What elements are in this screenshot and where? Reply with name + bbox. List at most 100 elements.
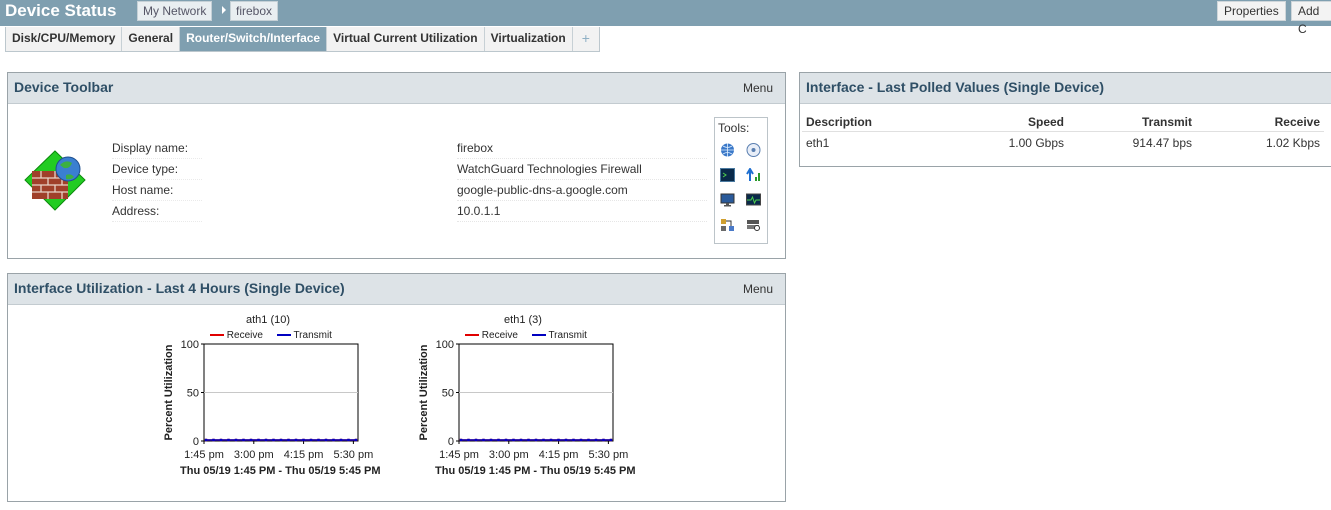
- host-name-label: Host name:: [112, 180, 202, 201]
- y-axis-label: Percent Utilization: [163, 344, 175, 440]
- data-point-transmit: [347, 438, 350, 442]
- data-point-transmit: [579, 438, 583, 442]
- display-name-value: firebox: [457, 138, 707, 159]
- data-point-transmit: [497, 438, 500, 442]
- y-tick-label: 100: [181, 339, 199, 351]
- data-point-transmit: [242, 438, 245, 442]
- properties-button[interactable]: Properties: [1217, 1, 1286, 21]
- data-point-transmit: [489, 438, 493, 442]
- data-point-transmit: [354, 438, 358, 442]
- add-tab-button[interactable]: +: [572, 27, 599, 51]
- data-point-transmit: [482, 438, 485, 442]
- column-header-description[interactable]: Description: [802, 113, 960, 132]
- y-tick-label: 0: [448, 436, 454, 448]
- tools-label: Tools:: [718, 121, 750, 135]
- y-tick-label: 50: [187, 388, 199, 400]
- tab-router-switch-interface[interactable]: Router/Switch/Interface: [180, 27, 328, 51]
- data-point-transmit: [279, 438, 283, 442]
- data-point-transmit: [249, 438, 253, 442]
- cd-icon[interactable]: [746, 143, 761, 157]
- data-point-transmit: [317, 438, 320, 442]
- x-tick-label: 4:15 pm: [539, 449, 579, 461]
- table-header-row: Description Speed Transmit Receive: [802, 113, 1324, 132]
- data-point-transmit: [272, 438, 275, 442]
- panel-title: Interface Utilization - Last 4 Hours (Si…: [14, 280, 345, 296]
- network-icon[interactable]: [720, 218, 735, 232]
- y-axis-label: Percent Utilization: [418, 344, 430, 440]
- data-point-transmit: [324, 438, 328, 442]
- tab-bar: Disk/CPU/Memory General Router/Switch/In…: [5, 27, 600, 52]
- traffic-icon[interactable]: [746, 167, 761, 182]
- firewall-globe-icon: [22, 147, 88, 213]
- utilization-chart-eth1[interactable]: eth1 (3) Receive Transmit 100 50 0 Percent …: [413, 312, 653, 482]
- cell-receive: 1.02 Kbps: [1265, 136, 1320, 150]
- column-header-transmit[interactable]: Transmit: [1068, 113, 1196, 132]
- panel-header: Interface Utilization - Last 4 Hours (Si…: [8, 274, 785, 305]
- page-title: Device Status: [5, 1, 117, 20]
- data-point-transmit: [587, 438, 590, 442]
- tab-virtual-current-utilization[interactable]: Virtual Current Utilization: [327, 27, 485, 51]
- y-tick-label: 50: [442, 388, 454, 400]
- cell-description[interactable]: eth1: [802, 132, 960, 155]
- data-point-transmit: [534, 438, 538, 442]
- address-value: 10.0.1.1: [457, 201, 707, 222]
- x-tick-label: 4:15 pm: [284, 449, 324, 461]
- globe-icon[interactable]: [720, 143, 735, 157]
- column-header-speed[interactable]: Speed: [960, 113, 1068, 132]
- data-point-transmit: [527, 438, 530, 442]
- x-tick-label: 5:30 pm: [334, 449, 374, 461]
- menu-button[interactable]: Menu: [743, 282, 773, 296]
- data-point-transmit: [294, 438, 298, 442]
- data-point-transmit: [594, 438, 598, 442]
- chart-plot: 100 50 0 Percent Utilization 1:45 pm 3:00 pm 4…: [418, 339, 629, 461]
- x-tick-label: 1:45 pm: [439, 449, 479, 461]
- device-toolbar-panel: Device Toolbar Menu Display name: firebo…: [7, 72, 786, 259]
- cell-transmit: 914.47 bps: [1132, 136, 1192, 150]
- data-point-transmit: [512, 438, 515, 442]
- breadcrumb-firebox[interactable]: firebox: [230, 1, 279, 21]
- tab-general[interactable]: General: [122, 27, 181, 51]
- y-tick-label: 0: [193, 436, 199, 448]
- device-type-value: WatchGuard Technologies Firewall: [457, 159, 707, 180]
- terminal-icon[interactable]: [720, 168, 735, 182]
- data-point-transmit: [227, 438, 230, 442]
- data-point-transmit: [264, 438, 268, 442]
- data-point-transmit: [309, 438, 313, 442]
- data-point-transmit: [287, 438, 290, 442]
- column-header-receive[interactable]: Receive: [1196, 113, 1324, 132]
- tab-virtualization[interactable]: Virtualization: [484, 27, 573, 51]
- data-point-transmit: [474, 438, 478, 442]
- data-point-transmit: [564, 438, 568, 442]
- x-tick-label: 3:00 pm: [234, 449, 274, 461]
- menu-button[interactable]: Menu: [743, 81, 773, 95]
- pulse-monitor-icon[interactable]: [746, 193, 761, 207]
- table-row[interactable]: eth1 1.00 Gbps 914.47 bps 1.02 Kbps: [802, 132, 1324, 155]
- data-point-transmit: [542, 438, 545, 442]
- monitor-icon[interactable]: [720, 193, 735, 207]
- data-point-transmit: [557, 438, 560, 442]
- chart-title: eth1 (3): [504, 314, 542, 326]
- utilization-chart-ath1[interactable]: ath1 (10) Receive Transmit 100 50 0 Percent…: [158, 312, 398, 482]
- data-point-transmit: [519, 438, 523, 442]
- interface-utilization-panel: Interface Utilization - Last 4 Hours (Si…: [7, 273, 786, 502]
- breadcrumb-my-network[interactable]: My Network: [137, 1, 213, 21]
- interface-table: Description Speed Transmit Receive eth1 …: [802, 113, 1324, 154]
- data-point-transmit: [339, 438, 343, 442]
- x-tick-label: 5:30 pm: [589, 449, 629, 461]
- data-point-transmit: [302, 438, 305, 442]
- host-name-value: google-public-dns-a.google.com: [457, 180, 707, 201]
- chart-title: ath1 (10): [245, 314, 291, 326]
- address-label: Address:: [112, 201, 202, 222]
- breadcrumb-separator-icon: [222, 6, 226, 14]
- data-point-transmit: [234, 438, 238, 442]
- data-point-transmit: [572, 438, 575, 442]
- tools-box: Tools:: [714, 117, 768, 244]
- panel-header: Interface - Last Polled Values (Single D…: [800, 73, 1331, 104]
- tab-disk-cpu-memory[interactable]: Disk/CPU/Memory: [6, 27, 123, 51]
- add-button[interactable]: Add C: [1291, 1, 1331, 36]
- chart-x-label: Thu 05/19 1:45 PM - Thu 05/19 5:45 PM: [180, 465, 381, 477]
- server-search-icon[interactable]: [746, 218, 761, 232]
- data-point-transmit: [549, 438, 553, 442]
- panel-header: Device Toolbar Menu: [8, 73, 785, 104]
- chart-plot: 100 50 0 Percent Utilization 1:45 pm 3:00 pm 4…: [163, 339, 374, 461]
